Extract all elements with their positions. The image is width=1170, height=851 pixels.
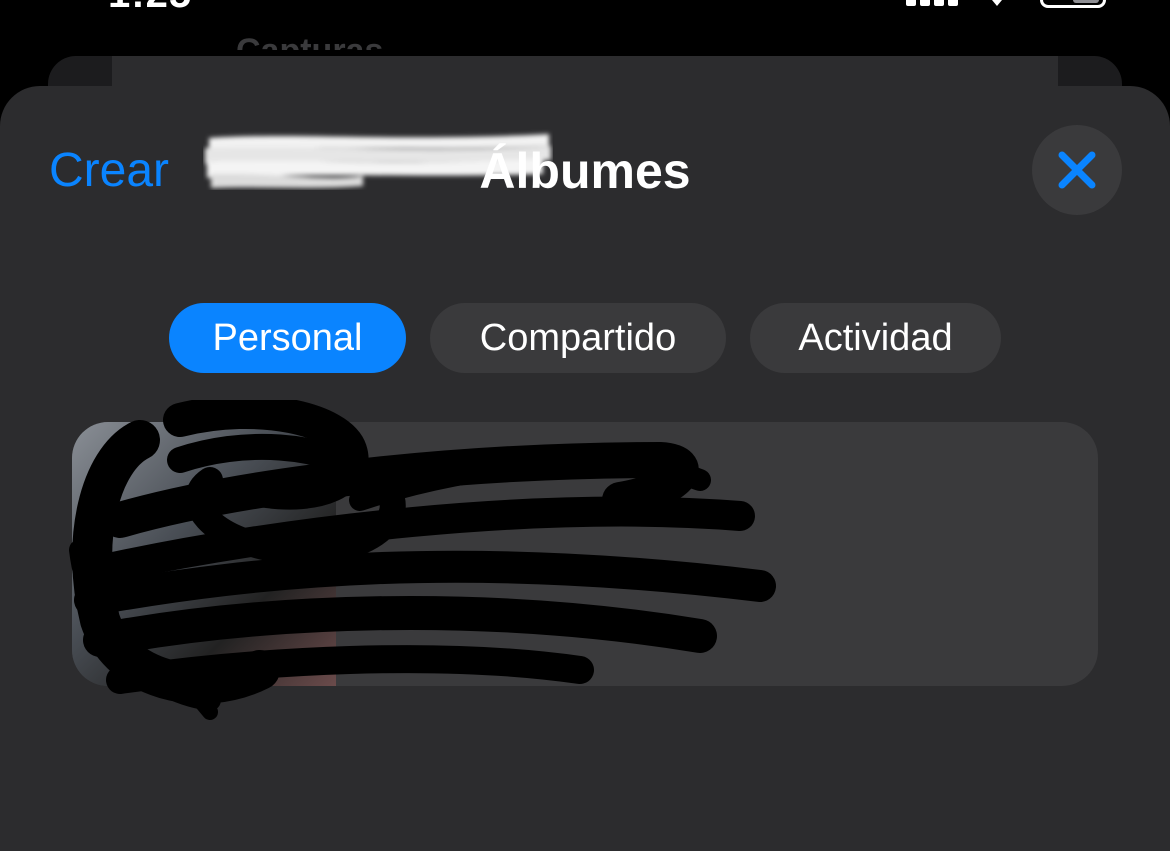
tab-personal[interactable]: Personal <box>169 303 406 373</box>
album-thumbnail <box>72 422 336 686</box>
albums-screen: 1:25 Capturas Crear Álbumes <box>0 0 1170 851</box>
album-card[interactable] <box>72 422 1098 686</box>
signal-icon <box>906 0 960 6</box>
wifi-icon <box>992 0 1002 6</box>
close-button[interactable] <box>1032 125 1122 215</box>
status-time: 1:25 <box>108 0 192 17</box>
background-sheet-label: Capturas <box>236 34 383 50</box>
tab-compartido[interactable]: Compartido <box>430 303 726 373</box>
battery-icon <box>1040 0 1106 8</box>
tab-actividad[interactable]: Actividad <box>750 303 1001 373</box>
status-bar: 1:25 <box>0 0 1170 40</box>
page-title: Álbumes <box>479 143 691 199</box>
close-icon <box>1058 151 1096 189</box>
